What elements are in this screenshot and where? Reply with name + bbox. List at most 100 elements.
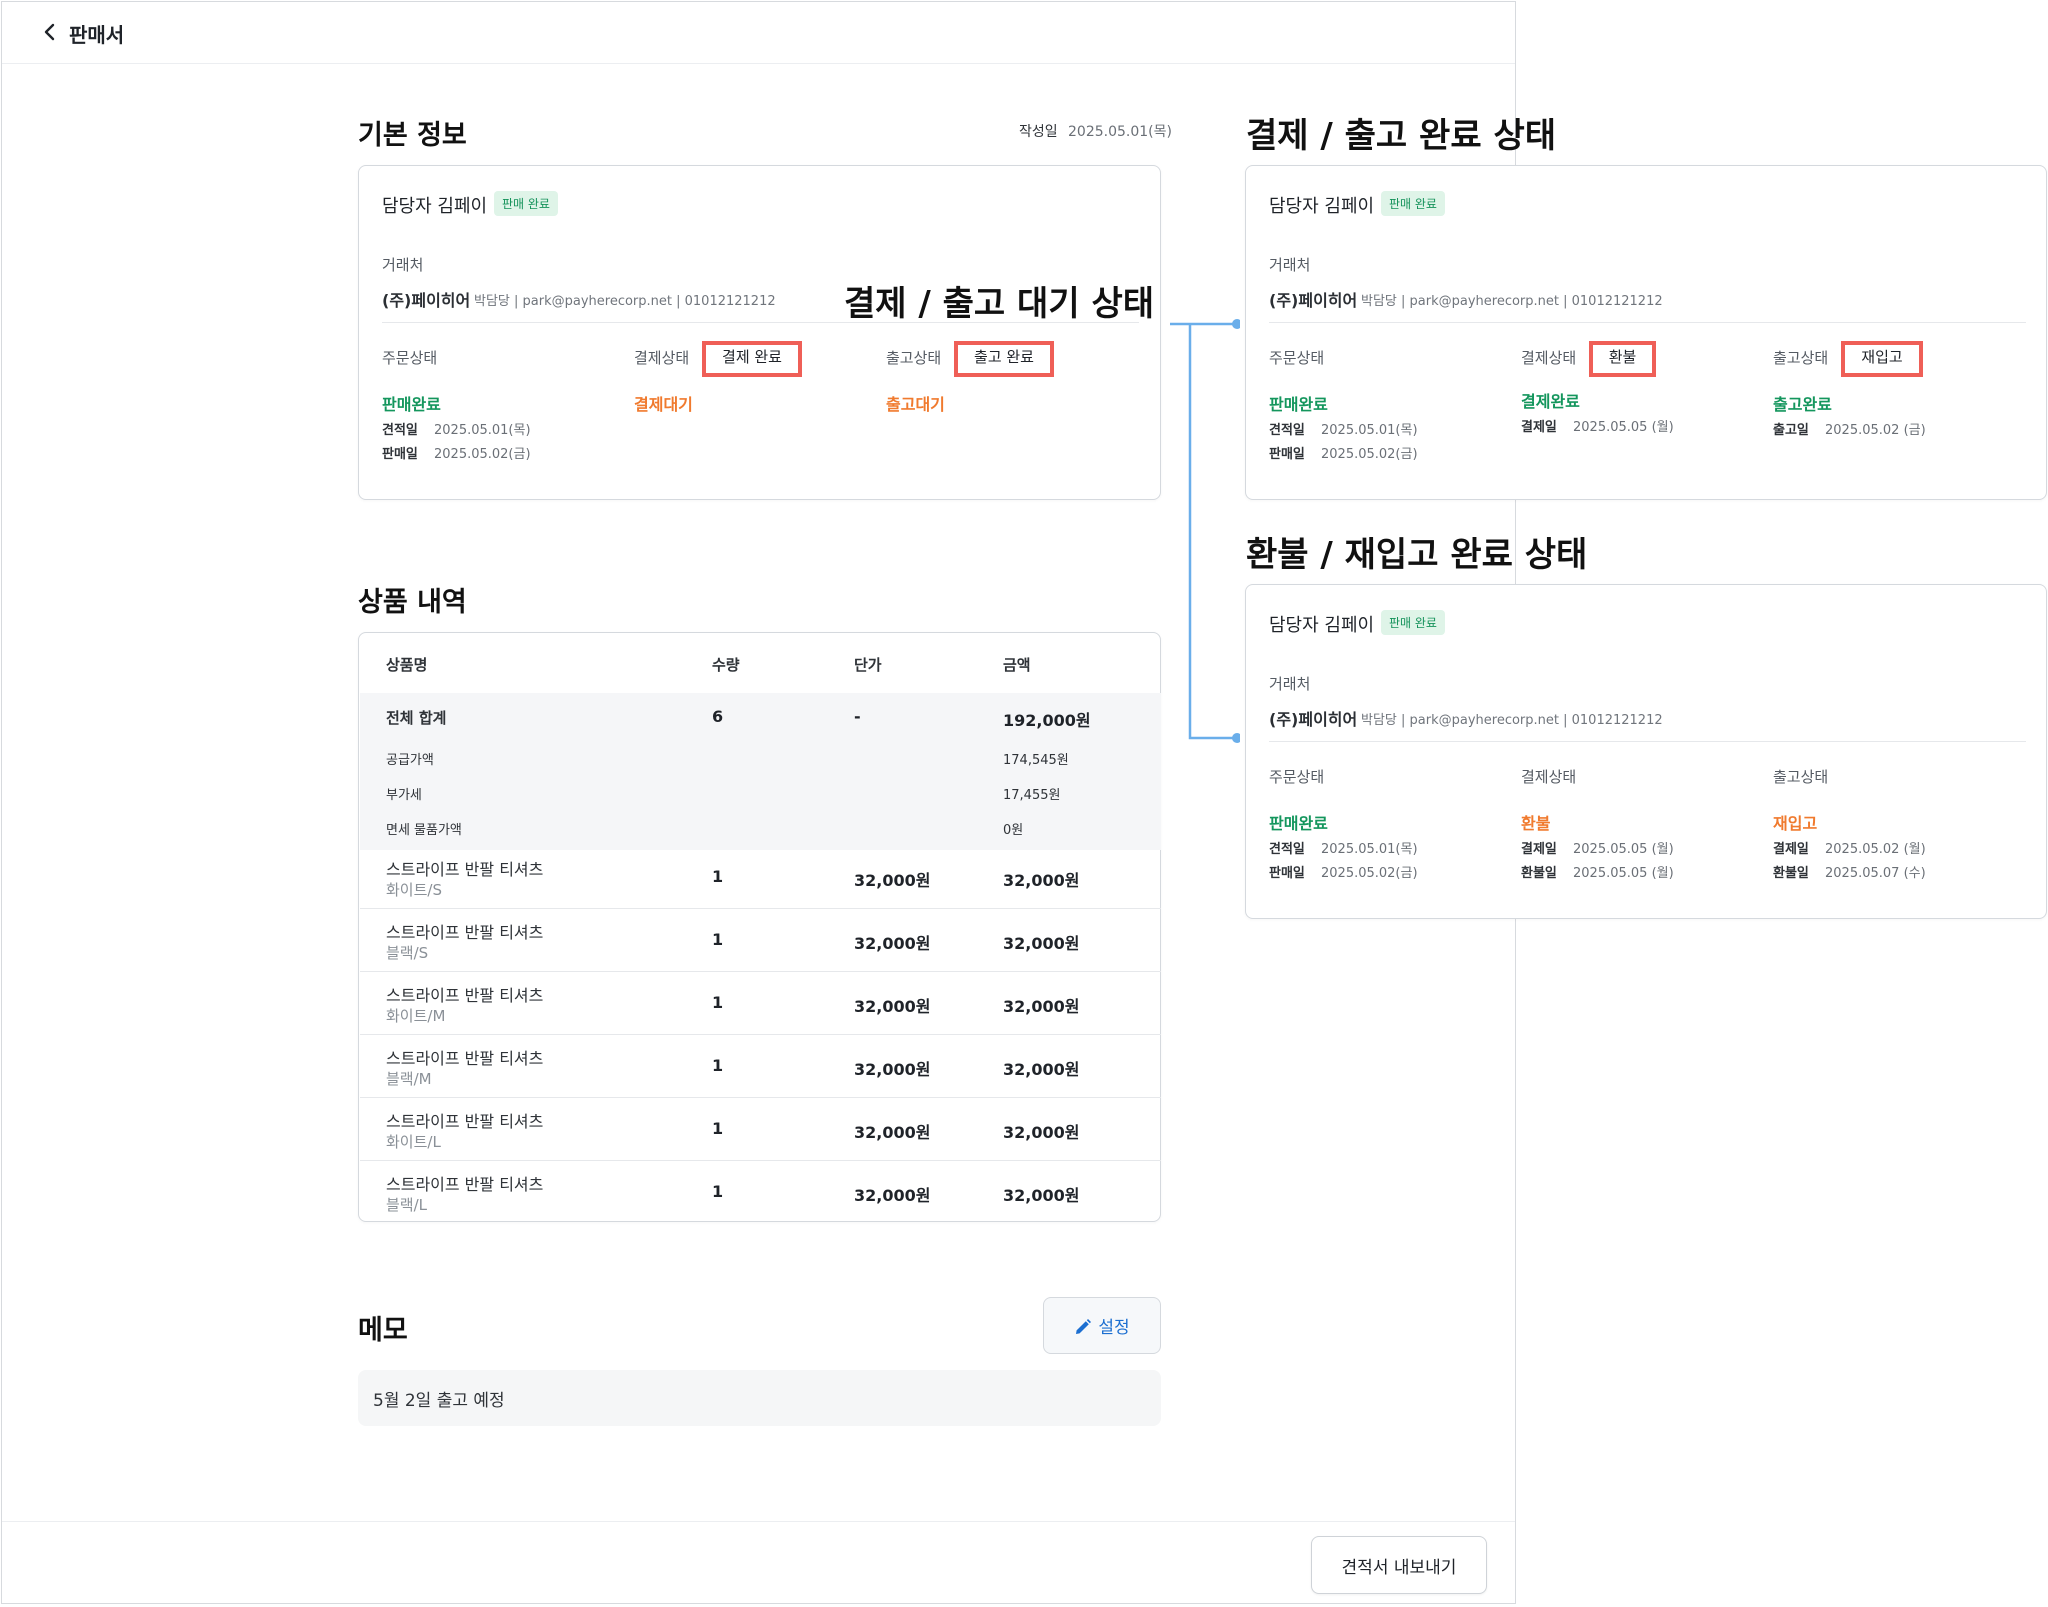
product-qty: 1	[712, 867, 724, 886]
client-name: (주)페이히어	[1269, 710, 1358, 729]
product-amount: 32,000원	[1003, 997, 1080, 1016]
basic-info-card: 담당자 김페이 판매 완료 거래처 (주)페이히어 박담당 | park@pay…	[358, 165, 1161, 500]
column-header-name: 상품명	[386, 656, 428, 674]
column-header-unit-price: 단가	[854, 656, 882, 674]
restock-highlight: 재입고	[1841, 341, 1923, 377]
memo-content: 5월 2일 출고 예정	[358, 1370, 1161, 1426]
products-table: 상품명 수량 단가 금액 전체 합계 6 - 192,000원 공급가액 174…	[358, 632, 1161, 1222]
client-label: 거래처	[1269, 675, 1311, 693]
status-badge: 판매 완료	[1381, 191, 1445, 216]
product-option: 블랙/M	[386, 1070, 432, 1088]
divider	[382, 322, 1139, 323]
restock-date-label: 환불일	[1773, 866, 1809, 881]
product-option: 블랙/L	[386, 1196, 428, 1214]
column-header-amount: 금액	[1003, 656, 1031, 674]
tax-free-amount: 0원	[1003, 823, 1024, 838]
shipping-date: 2025.05.02 (금)	[1825, 423, 1926, 438]
sale-date: 2025.05.02(금)	[1321, 447, 1418, 462]
product-amount: 32,000원	[1003, 1186, 1080, 1205]
supply-amount-label: 공급가액	[386, 753, 434, 768]
row-divider	[360, 1160, 1161, 1161]
total-label: 전체 합계	[386, 709, 447, 727]
payment-date-label: 결제일	[1521, 420, 1557, 435]
memo-title: 메모	[358, 1315, 408, 1346]
refund-date-label: 환불일	[1521, 866, 1557, 881]
order-status-value: 판매완료	[1269, 814, 1328, 833]
product-option: 화이트/L	[386, 1133, 441, 1151]
manager-name: 담당자 김페이	[1269, 196, 1375, 217]
total-unit: -	[854, 707, 861, 726]
created-date-label: 작성일	[1019, 124, 1058, 140]
refund-date: 2025.05.05 (월)	[1573, 866, 1674, 881]
quote-date-label: 견적일	[382, 423, 418, 438]
order-status-value: 판매완료	[1269, 395, 1328, 414]
memo-text: 5월 2일 출고 예정	[373, 1391, 505, 1411]
manager-name: 담당자 김페이	[382, 196, 488, 217]
payment-complete-highlight: 결제 완료	[702, 341, 802, 377]
total-qty: 6	[712, 707, 724, 726]
quote-date: 2025.05.01(목)	[1321, 423, 1418, 438]
payment-status-label: 결제상태	[634, 349, 690, 367]
status-badge: 판매 완료	[1381, 610, 1445, 635]
shipping-status-label: 출고상태	[1773, 768, 1829, 786]
quote-date-label: 견적일	[1269, 423, 1305, 438]
payment-status-label: 결제상태	[1521, 349, 1577, 367]
tax-free-label: 면세 물품가액	[386, 823, 462, 838]
page-title: 판매서	[69, 23, 125, 47]
export-quote-button[interactable]: 견적서 내보내기	[1311, 1536, 1487, 1594]
sale-date-label: 판매일	[382, 447, 418, 462]
client-meta: 박담당 | park@payherecorp.net | 01012121212	[1361, 713, 1663, 728]
product-amount: 32,000원	[1003, 1123, 1080, 1142]
memo-settings-button[interactable]: 설정	[1043, 1297, 1161, 1354]
product-name: 스트라이프 반팔 티셔츠	[386, 1175, 544, 1194]
client-name: (주)페이히어	[1269, 291, 1358, 310]
order-status-label: 주문상태	[1269, 349, 1325, 367]
payment-status-value: 결제대기	[634, 395, 693, 414]
product-name: 스트라이프 반팔 티셔츠	[386, 1112, 544, 1131]
divider	[1269, 322, 2026, 323]
products-title: 상품 내역	[358, 587, 467, 618]
footer-bar: 견적서 내보내기	[2, 1521, 1515, 1605]
shipping-date-label: 결제일	[1773, 842, 1809, 857]
sale-date: 2025.05.02(금)	[1321, 866, 1418, 881]
basic-info-title: 기본 정보	[358, 120, 467, 151]
product-amount: 32,000원	[1003, 871, 1080, 890]
shipping-status-label: 출고상태	[1773, 349, 1829, 367]
client-meta: 박담당 | park@payherecorp.net | 01012121212	[1361, 294, 1663, 309]
quote-date: 2025.05.01(목)	[1321, 842, 1418, 857]
annotation-refund-state: 환불 / 재입고 완료 상태	[1246, 535, 1588, 575]
product-qty: 1	[712, 1182, 724, 1201]
payment-date: 2025.05.05 (월)	[1573, 842, 1674, 857]
shipping-date: 2025.05.02 (월)	[1825, 842, 1926, 857]
row-divider	[360, 1097, 1161, 1098]
sale-date-label: 판매일	[1269, 866, 1305, 881]
order-status-label: 주문상태	[382, 349, 438, 367]
product-qty: 1	[712, 1119, 724, 1138]
quote-date: 2025.05.01(목)	[434, 423, 531, 438]
row-divider	[360, 971, 1161, 972]
product-amount: 32,000원	[1003, 934, 1080, 953]
total-amount: 192,000원	[1003, 711, 1091, 730]
divider	[1269, 741, 2026, 742]
sale-date-label: 판매일	[1269, 447, 1305, 462]
product-qty: 1	[712, 993, 724, 1012]
back-button[interactable]	[36, 18, 64, 46]
created-date: 2025.05.01(목)	[1068, 124, 1172, 140]
product-amount: 32,000원	[1003, 1060, 1080, 1079]
row-divider	[360, 908, 1161, 909]
column-header-qty: 수량	[712, 656, 740, 674]
product-name: 스트라이프 반팔 티셔츠	[386, 860, 544, 879]
shipping-status-value: 출고대기	[886, 395, 945, 414]
top-bar: 판매서	[2, 2, 1515, 64]
product-name: 스트라이프 반팔 티셔츠	[386, 1049, 544, 1068]
sale-date: 2025.05.02(금)	[434, 447, 531, 462]
client-label: 거래처	[382, 256, 424, 274]
product-name: 스트라이프 반팔 티셔츠	[386, 986, 544, 1005]
shipping-status-label: 출고상태	[886, 349, 942, 367]
vat-amount: 17,455원	[1003, 788, 1061, 803]
product-unit-price: 32,000원	[854, 997, 931, 1016]
shipping-date-label: 출고일	[1773, 423, 1809, 438]
product-unit-price: 32,000원	[854, 1060, 931, 1079]
quote-date-label: 견적일	[1269, 842, 1305, 857]
product-qty: 1	[712, 930, 724, 949]
